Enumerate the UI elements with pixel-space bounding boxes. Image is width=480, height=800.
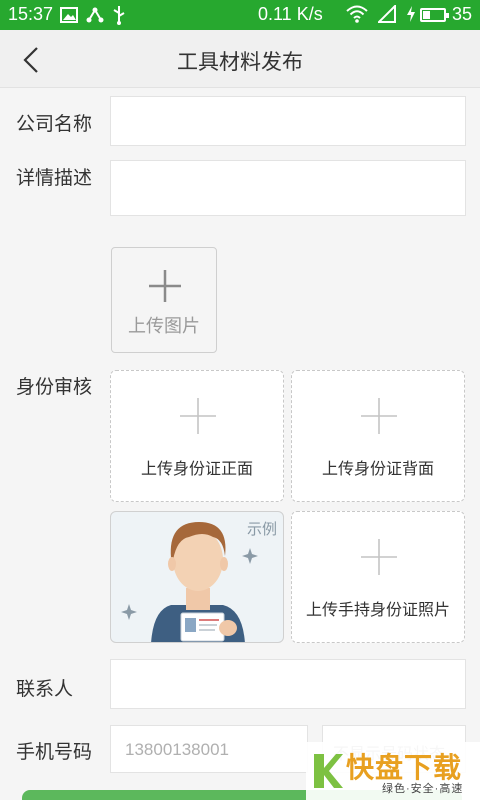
upload-id-back-button[interactable]: 上传身份证背面 [291,370,465,502]
example-tag: 示例 [246,521,277,538]
upload-image-label: 上传图片 [128,316,200,336]
identity-review-label: 身份审核 [16,377,93,398]
plus-icon [361,398,397,434]
plus-icon [149,270,181,302]
company-name-label: 公司名称 [16,114,93,135]
image-icon [60,7,78,23]
upload-id-front-label: 上传身份证正面 [140,461,253,478]
example-photo: 示例 [110,511,284,643]
watermark-logo-icon [314,754,343,788]
network-speed: 0.11 K/s [258,4,323,24]
battery-percent: 35 [452,4,473,24]
upload-handheld-id-button[interactable]: 上传手持身份证照片 [291,511,465,643]
nav-bar: 工具材料发布 [0,30,480,88]
phone-input[interactable]: 13800138001 [110,725,308,773]
watermark-slogan: 绿色·安全·高速 [382,783,464,795]
usb-icon [113,6,125,25]
status-time: 15:37 [8,4,54,24]
upload-id-back-label: 上传身份证背面 [321,461,434,478]
phone-label: 手机号码 [16,742,93,763]
plus-icon [180,398,216,434]
upload-image-button[interactable]: 上传图片 [111,247,217,353]
signal-icon [378,5,396,23]
company-name-input[interactable] [110,96,466,146]
wifi-icon [346,5,368,23]
status-icons-right [346,5,416,23]
status-bar: 15:37 0.11 K/s 35 [0,0,480,30]
contact-input[interactable] [110,659,466,709]
detail-description-label: 详情描述 [16,168,93,189]
status-icons-left [60,5,126,25]
detail-description-input[interactable] [110,160,466,216]
upload-handheld-id-label: 上传手持身份证照片 [305,602,450,619]
contact-label: 联系人 [16,679,74,700]
upload-id-front-button[interactable]: 上传身份证正面 [110,370,284,502]
plus-icon [361,539,397,575]
charging-icon [407,6,415,22]
usb-share-icon [86,7,104,23]
battery-icon [420,8,449,22]
watermark: 快盘下载 绿色·安全·高速 [306,742,480,800]
page-title: 工具材料发布 [177,51,303,74]
